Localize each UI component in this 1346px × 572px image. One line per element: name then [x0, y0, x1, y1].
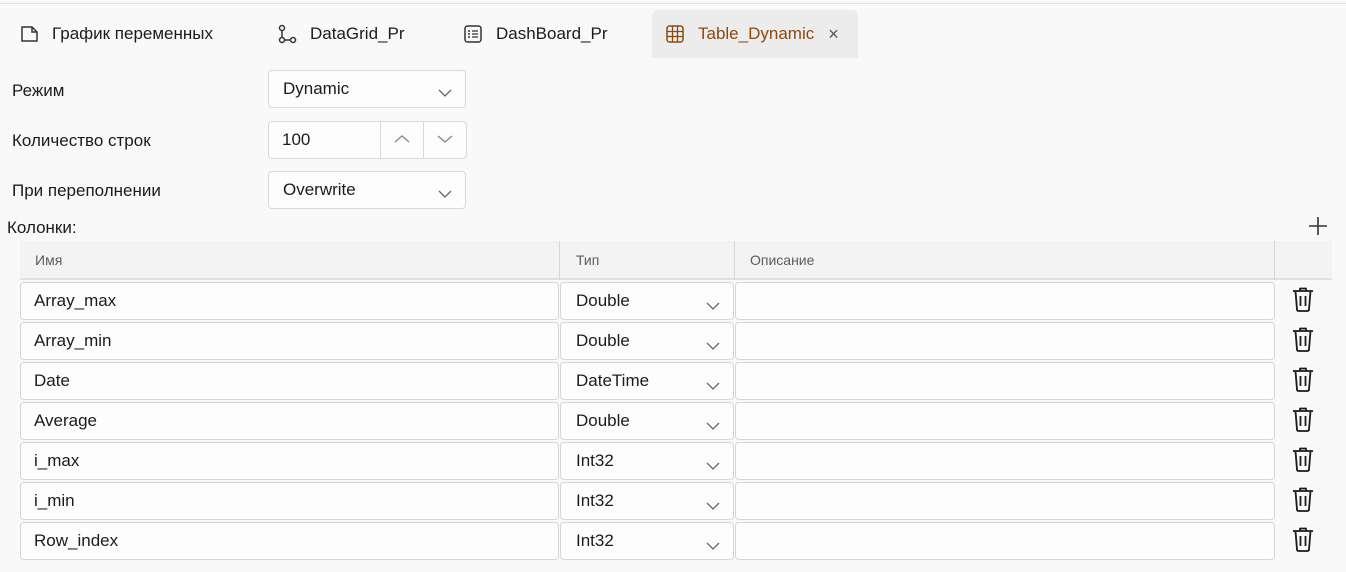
chevron-down-icon: [705, 456, 721, 476]
rows-count-input[interactable]: 100: [269, 122, 380, 158]
column-type-select[interactable]: Int32: [560, 442, 734, 480]
columns-grid-header: Имя Тип Описание: [20, 241, 1332, 280]
trash-icon: [1290, 285, 1316, 318]
column-description-input[interactable]: [735, 402, 1275, 440]
overflow-label: При переполнении: [12, 181, 161, 200]
column-type-value: Int32: [576, 531, 614, 550]
list-icon: [462, 23, 484, 45]
tab-label: График переменных: [52, 24, 214, 43]
table-icon: [664, 23, 686, 45]
column-type-select[interactable]: Double: [560, 322, 734, 360]
column-type-value: DateTime: [576, 371, 650, 390]
column-type-select[interactable]: DateTime: [560, 362, 734, 400]
delete-column-button[interactable]: [1290, 487, 1316, 515]
chevron-down-icon: [705, 416, 721, 436]
column-type-value: Int32: [576, 451, 614, 470]
column-description-input[interactable]: [735, 482, 1275, 520]
delete-column-button[interactable]: [1290, 287, 1316, 315]
chevron-up-icon: [393, 131, 411, 149]
column-separator[interactable]: [1274, 241, 1275, 280]
branch-icon: [276, 23, 298, 45]
increment-button[interactable]: [379, 122, 423, 158]
chevron-down-icon: [705, 536, 721, 556]
column-name-input[interactable]: i_min: [20, 482, 559, 520]
column-name-input[interactable]: Row_index: [20, 522, 559, 560]
header-type: Тип: [576, 251, 600, 268]
delete-column-button[interactable]: [1290, 447, 1316, 475]
rows-count-label: Количество строк: [12, 131, 151, 150]
chevron-down-icon: [705, 336, 721, 356]
column-description-input[interactable]: [735, 322, 1275, 360]
column-type-select[interactable]: Int32: [560, 482, 734, 520]
header-description: Описание: [750, 251, 815, 268]
chevron-down-icon: [705, 296, 721, 316]
top-divider: [0, 3, 1346, 4]
delete-column-button[interactable]: [1290, 367, 1316, 395]
column-name-input[interactable]: Date: [20, 362, 559, 400]
column-type-value: Double: [576, 331, 630, 350]
column-type-select[interactable]: Double: [560, 402, 734, 440]
column-name-input[interactable]: Array_max: [20, 282, 559, 320]
column-description-input[interactable]: [735, 362, 1275, 400]
chevron-down-icon: [437, 184, 453, 204]
trash-icon: [1290, 405, 1316, 438]
column-description-input[interactable]: [735, 442, 1275, 480]
trash-icon: [1290, 325, 1316, 358]
tab-label: DataGrid_Pr: [310, 24, 405, 43]
mode-value: Dynamic: [283, 79, 350, 98]
overflow-value: Overwrite: [283, 180, 356, 199]
column-type-select[interactable]: Int32: [560, 522, 734, 560]
delete-column-button[interactable]: [1290, 407, 1316, 435]
chevron-down-icon: [705, 376, 721, 396]
rows-count-stepper: 100: [268, 121, 467, 159]
tab-variables-chart[interactable]: График переменных: [18, 10, 213, 58]
column-type-select[interactable]: Double: [560, 282, 734, 320]
overflow-select[interactable]: Overwrite: [268, 171, 466, 209]
column-separator[interactable]: [559, 241, 560, 280]
plus-icon: [1308, 216, 1328, 241]
mode-label: Режим: [12, 81, 65, 100]
column-description-input[interactable]: [735, 522, 1275, 560]
chevron-down-icon: [436, 131, 454, 149]
trash-icon: [1290, 485, 1316, 518]
column-type-value: Double: [576, 411, 630, 430]
column-name-input[interactable]: Array_min: [20, 322, 559, 360]
tab-table-dynamic[interactable]: Table_Dynamic ×: [652, 10, 858, 58]
chevron-down-icon: [705, 496, 721, 516]
delete-column-button[interactable]: [1290, 527, 1316, 555]
columns-label: Колонки:: [7, 218, 77, 237]
close-icon[interactable]: ×: [828, 24, 839, 45]
delete-column-button[interactable]: [1290, 327, 1316, 355]
column-type-value: Double: [576, 291, 630, 310]
trash-icon: [1290, 445, 1316, 478]
column-name-input[interactable]: i_max: [20, 442, 559, 480]
column-description-input[interactable]: [735, 282, 1275, 320]
trash-icon: [1290, 525, 1316, 558]
tab-label: DashBoard_Pr: [496, 24, 608, 43]
chevron-down-icon: [437, 83, 453, 103]
column-type-value: Int32: [576, 491, 614, 510]
column-separator[interactable]: [734, 241, 735, 280]
decrement-button[interactable]: [422, 122, 466, 158]
tab-dashboard-pr[interactable]: DashBoard_Pr: [462, 10, 608, 58]
column-name-input[interactable]: Average: [20, 402, 559, 440]
tab-datagrid-pr[interactable]: DataGrid_Pr: [276, 10, 404, 58]
mode-select[interactable]: Dynamic: [268, 70, 466, 108]
document-icon: [18, 23, 40, 45]
trash-icon: [1290, 365, 1316, 398]
add-column-button[interactable]: [1306, 216, 1330, 240]
tab-label: Table_Dynamic: [698, 24, 815, 43]
header-name: Имя: [35, 251, 63, 268]
